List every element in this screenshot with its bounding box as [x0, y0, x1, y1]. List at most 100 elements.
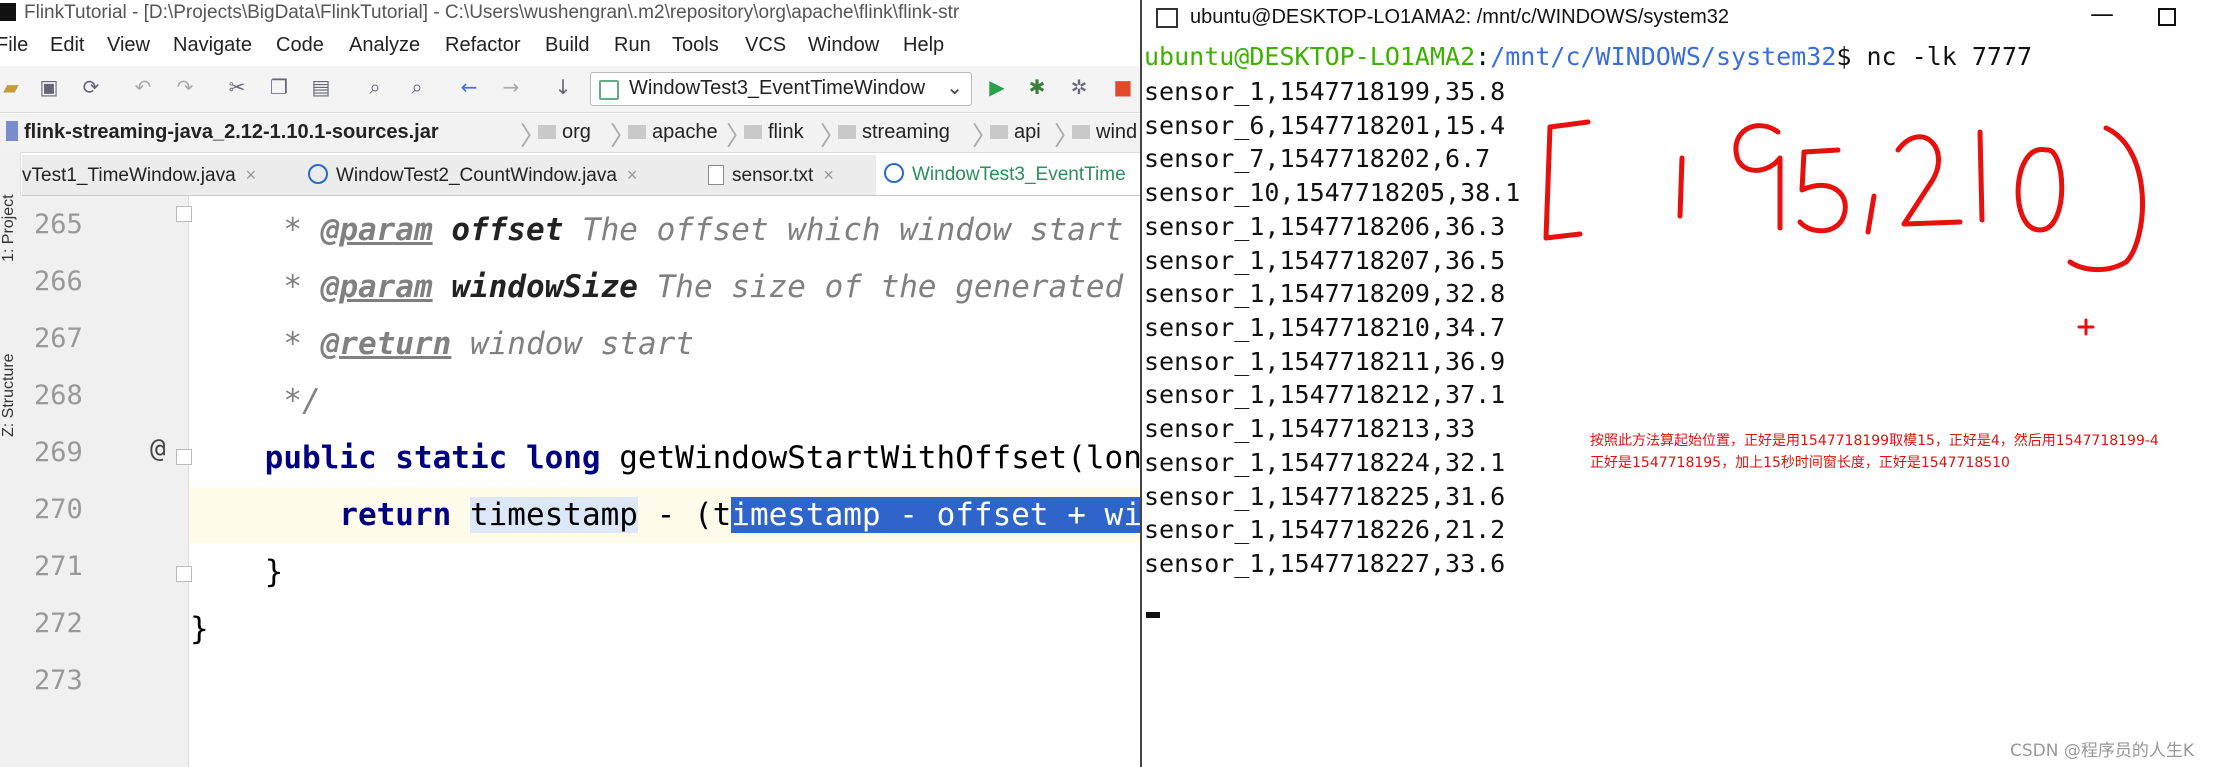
coverage-icon[interactable]: ✲	[1068, 76, 1090, 98]
intellij-logo-icon	[0, 3, 16, 21]
hw-digit-5	[1797, 147, 1848, 234]
highlighted-variable: timestamp	[469, 497, 638, 533]
code-line-268: */	[190, 383, 321, 419]
hw-digit-1b	[1977, 129, 1985, 223]
stop-icon[interactable]: ■	[1112, 76, 1134, 98]
redo-icon[interactable]: ↷	[174, 76, 196, 98]
expression: - (t	[637, 497, 732, 533]
ide-window: FlinkTutorial - [D:\Projects\BigData\Fli…	[0, 0, 1140, 767]
run-config-label: WindowTest3_EventTimeWindow	[629, 77, 926, 99]
close-icon[interactable]: ×	[823, 165, 834, 185]
method-signature: getWindowStartWithOffset(lon	[600, 440, 1140, 476]
copy-icon[interactable]: ❐	[268, 76, 290, 98]
paste-icon[interactable]: ▤	[310, 76, 332, 98]
breadcrumb-streaming[interactable]: streaming	[838, 121, 950, 144]
menu-refactor[interactable]: Refactor	[445, 34, 521, 57]
menu-tools[interactable]: Tools	[672, 34, 719, 57]
menu-code[interactable]: Code	[276, 34, 324, 57]
tab-windowtest2[interactable]: WindowTest2_CountWindow.java ×	[308, 155, 637, 195]
annotation-note-line1: 按照此方法算起始位置，正好是用1547718199取模15，正好是4，然后用15…	[1590, 433, 2159, 449]
menu-help[interactable]: Help	[903, 34, 944, 57]
find-icon[interactable]: ⌕	[364, 76, 386, 98]
folder-icon	[744, 125, 762, 139]
chevron-down-icon: ⌄	[946, 75, 963, 99]
comment-prefix: *	[190, 212, 321, 248]
param-name: windowSize	[451, 269, 638, 305]
comment-prefix: *	[190, 326, 321, 362]
code-line-272: }	[190, 611, 209, 647]
menu-edit[interactable]: Edit	[50, 34, 84, 57]
menu-vcs[interactable]: VCS	[745, 34, 786, 57]
folder-icon	[628, 125, 646, 139]
code-line-269: public static long getWindowStartWithOff…	[190, 430, 1140, 486]
breadcrumb-label: flink-streaming-java_2.12-1.10.1-sources…	[24, 121, 439, 143]
tab-sensor-txt[interactable]: sensor.txt ×	[708, 155, 834, 195]
line-number: 270	[34, 494, 83, 525]
csdn-watermark: CSDN @程序员的人生K	[2010, 741, 2195, 761]
menu-build[interactable]: Build	[545, 34, 589, 57]
build-icon[interactable]: ↓	[552, 76, 574, 98]
save-icon[interactable]: ▣	[38, 76, 60, 98]
debug-icon[interactable]: ✱	[1026, 76, 1048, 98]
line-number: 273	[34, 665, 83, 696]
editor-gutter: 265 266 267 268 269 270 271 272 273 @	[20, 196, 189, 767]
tab-label: sensor.txt	[732, 165, 814, 186]
line-number: 268	[34, 380, 83, 411]
code-line-267: * @return window start	[190, 316, 1140, 372]
breadcrumb-flink[interactable]: flink	[744, 121, 804, 144]
folder-icon	[838, 125, 856, 139]
breadcrumb-api[interactable]: api	[990, 121, 1041, 144]
code-editor[interactable]: * @param offset The offset which window …	[190, 196, 1140, 767]
forward-icon[interactable]: →	[500, 76, 522, 98]
breadcrumb-org[interactable]: org	[538, 121, 591, 144]
ide-titlebar: FlinkTutorial - [D:\Projects\BigData\Fli…	[0, 0, 1140, 26]
comment-text: The offset which window start	[563, 212, 1124, 248]
selected-text[interactable]: imestamp - offset + wi	[731, 497, 1140, 533]
close-icon[interactable]: ×	[627, 165, 638, 185]
run-icon[interactable]: ▶	[986, 76, 1008, 98]
hw-digit-0	[2015, 147, 2065, 233]
run-config-icon	[599, 80, 619, 100]
close-icon[interactable]: ×	[246, 165, 257, 185]
javadoc-tag: @return	[320, 326, 452, 362]
breadcrumb-apache[interactable]: apache	[628, 121, 718, 144]
override-marker-icon[interactable]: @	[150, 434, 166, 464]
replace-icon[interactable]: ⌕	[406, 76, 428, 98]
back-icon[interactable]: ←	[458, 76, 480, 98]
menu-file[interactable]: File	[0, 34, 28, 57]
menu-window[interactable]: Window	[808, 34, 879, 57]
project-tool-button[interactable]: 1: Project	[0, 194, 18, 262]
sync-icon[interactable]: ⟳	[80, 76, 102, 98]
handwritten-annotation	[1543, 119, 2145, 336]
annotation-note-line2: 正好是1547718195，加上15秒时间窗长度，正好是1547718510	[1590, 455, 2010, 471]
line-number: 265	[34, 209, 83, 240]
class-icon	[308, 164, 328, 184]
menu-view[interactable]: View	[107, 34, 150, 57]
line-number: 269	[34, 437, 83, 468]
comment-text: window start	[451, 326, 694, 362]
run-configuration-select[interactable]: WindowTest3_EventTimeWindow ⌄	[590, 72, 972, 106]
hw-digit-1	[1677, 155, 1685, 219]
hw-comma	[1865, 193, 1877, 235]
menu-analyze[interactable]: Analyze	[349, 34, 420, 57]
undo-icon[interactable]: ↶	[132, 76, 154, 98]
menu-bar: File Edit View Navigate Code Analyze Ref…	[0, 30, 1140, 64]
structure-tool-button[interactable]: Z: Structure	[0, 353, 18, 437]
keyword: return	[339, 497, 452, 533]
menu-navigate[interactable]: Navigate	[173, 34, 252, 57]
code-line-271: }	[190, 554, 284, 590]
ide-window-title: FlinkTutorial - [D:\Projects\BigData\Fli…	[24, 2, 960, 23]
open-folder-icon[interactable]: ▰	[0, 76, 22, 98]
tab-windowtest1[interactable]: vTest1_TimeWindow.java ×	[22, 155, 256, 195]
breadcrumb-label: api	[1014, 121, 1041, 143]
tab-windowtest3[interactable]: WindowTest3_EventTime	[876, 155, 1140, 195]
breadcrumb-jar[interactable]: flink-streaming-java_2.12-1.10.1-sources…	[6, 121, 439, 144]
breadcrumb-windowing[interactable]: wind	[1072, 121, 1137, 144]
cut-icon[interactable]: ✂	[226, 76, 248, 98]
hw-open-bracket	[1543, 119, 1591, 241]
line-number: 266	[34, 266, 83, 297]
menu-run[interactable]: Run	[614, 34, 651, 57]
code-line-265: * @param offset The offset which window …	[190, 202, 1140, 258]
